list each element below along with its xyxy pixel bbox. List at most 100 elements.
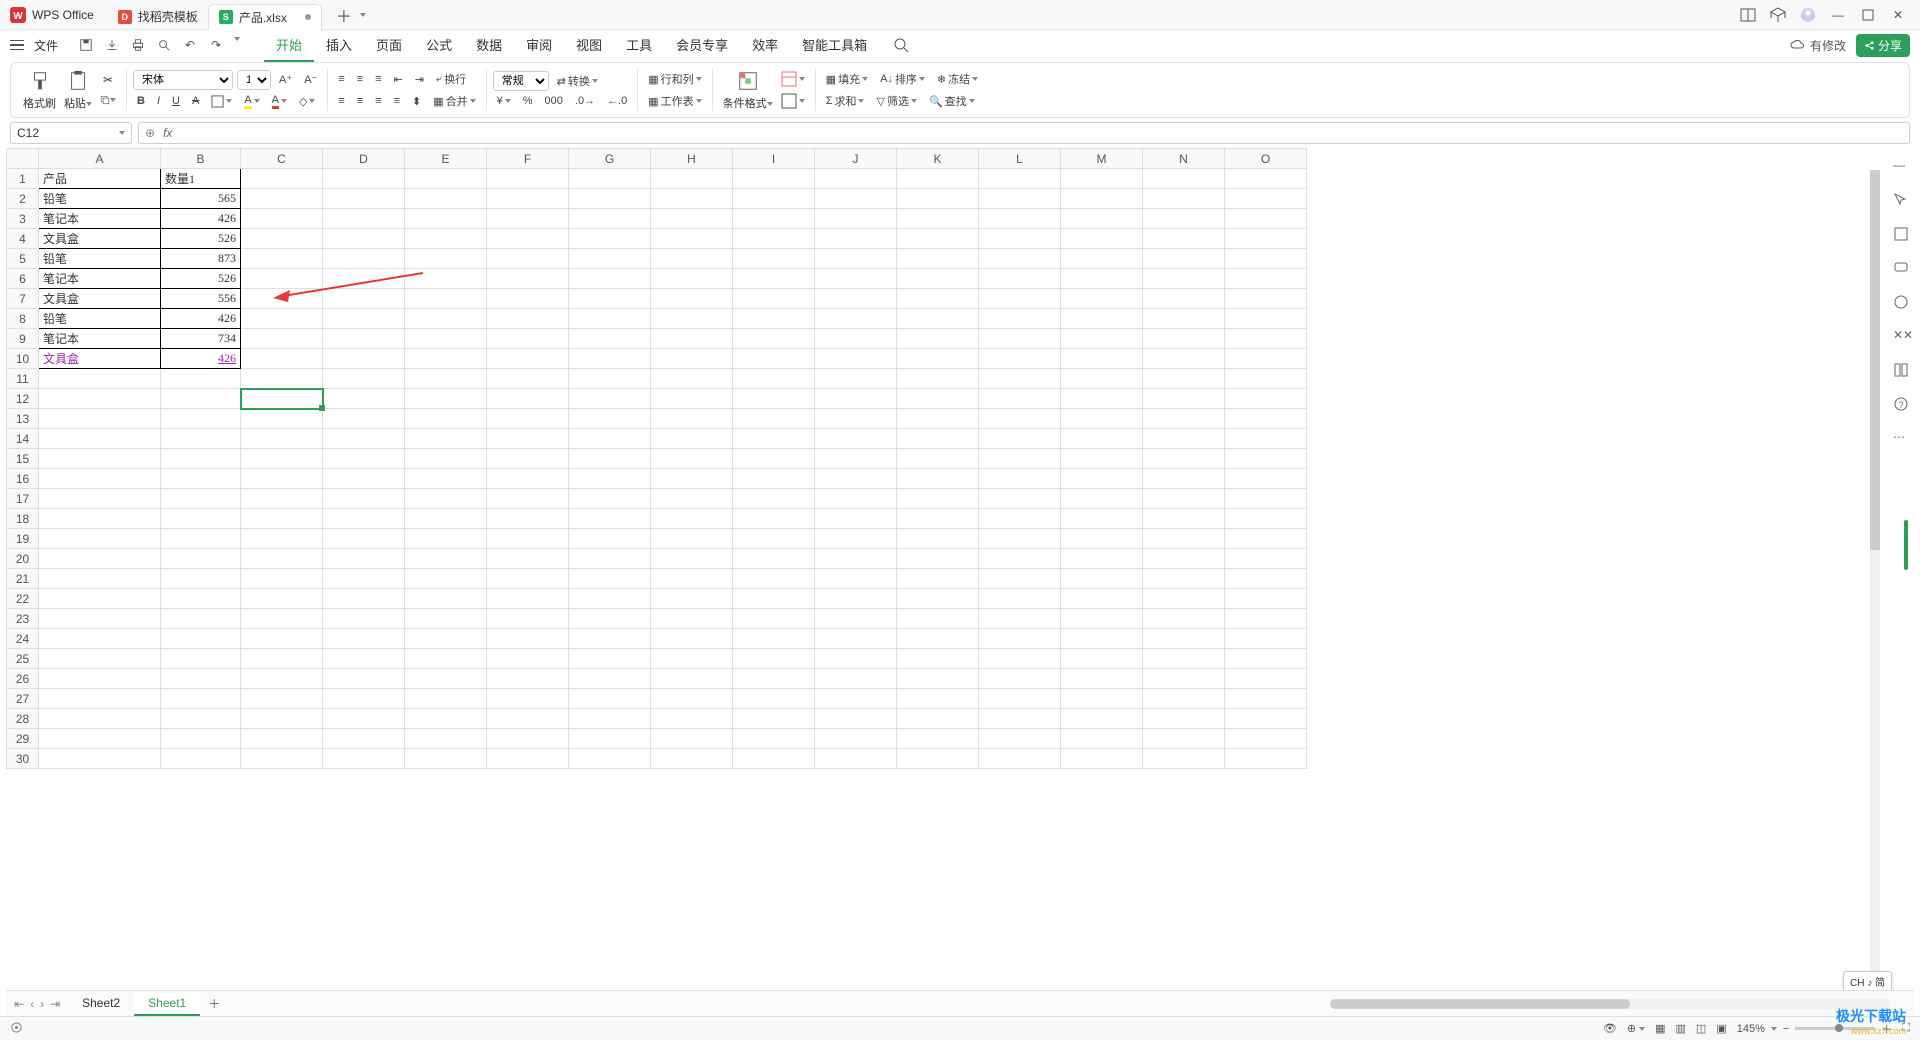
cell-G8[interactable] bbox=[569, 309, 651, 329]
cell-F12[interactable] bbox=[487, 389, 569, 409]
tab-workbook[interactable]: S 产品.xlsx bbox=[208, 4, 322, 30]
cell-E6[interactable] bbox=[405, 269, 487, 289]
cell-E27[interactable] bbox=[405, 689, 487, 709]
sheet-tab-Sheet2[interactable]: Sheet2 bbox=[68, 992, 134, 1016]
cell-B9[interactable]: 734 bbox=[161, 329, 241, 349]
col-header-J[interactable]: J bbox=[815, 149, 897, 169]
cell-I8[interactable] bbox=[733, 309, 815, 329]
cell-I21[interactable] bbox=[733, 569, 815, 589]
cell-E25[interactable] bbox=[405, 649, 487, 669]
cell-G1[interactable] bbox=[569, 169, 651, 189]
cell-I14[interactable] bbox=[733, 429, 815, 449]
cell-M24[interactable] bbox=[1061, 629, 1143, 649]
cell-O29[interactable] bbox=[1225, 729, 1307, 749]
align-top-icon[interactable]: ≡ bbox=[334, 71, 348, 87]
cell-O25[interactable] bbox=[1225, 649, 1307, 669]
cell-A1[interactable]: 产品 bbox=[39, 169, 161, 189]
col-header-M[interactable]: M bbox=[1061, 149, 1143, 169]
cell-O28[interactable] bbox=[1225, 709, 1307, 729]
cell-A27[interactable] bbox=[39, 689, 161, 709]
cell-L19[interactable] bbox=[979, 529, 1061, 549]
cond-format-icon[interactable] bbox=[736, 69, 760, 93]
cell-B10[interactable]: 426 bbox=[161, 349, 241, 369]
cell-D4[interactable] bbox=[323, 229, 405, 249]
cell-F19[interactable] bbox=[487, 529, 569, 549]
cell-O17[interactable] bbox=[1225, 489, 1307, 509]
cell-H24[interactable] bbox=[651, 629, 733, 649]
cell-C2[interactable] bbox=[241, 189, 323, 209]
cell-M8[interactable] bbox=[1061, 309, 1143, 329]
cell-F25[interactable] bbox=[487, 649, 569, 669]
cell-C21[interactable] bbox=[241, 569, 323, 589]
cell-K6[interactable] bbox=[897, 269, 979, 289]
cell-J14[interactable] bbox=[815, 429, 897, 449]
cell-F24[interactable] bbox=[487, 629, 569, 649]
cell-F7[interactable] bbox=[487, 289, 569, 309]
cell-I4[interactable] bbox=[733, 229, 815, 249]
row-col-button[interactable]: ▦行和列 bbox=[644, 69, 705, 89]
search-icon[interactable] bbox=[893, 37, 909, 53]
cell-J1[interactable] bbox=[815, 169, 897, 189]
cell-G16[interactable] bbox=[569, 469, 651, 489]
cell-C30[interactable] bbox=[241, 749, 323, 769]
formula-bar[interactable]: ⊕ fx bbox=[138, 122, 1910, 144]
row-header[interactable]: 23 bbox=[7, 609, 39, 629]
cell-D11[interactable] bbox=[323, 369, 405, 389]
cell-B13[interactable] bbox=[161, 409, 241, 429]
cell-K3[interactable] bbox=[897, 209, 979, 229]
cell-G19[interactable] bbox=[569, 529, 651, 549]
sort-button[interactable]: A↓排序 bbox=[876, 69, 929, 89]
menu-tab-会员专享[interactable]: 会员专享 bbox=[664, 29, 740, 62]
cell-N30[interactable] bbox=[1143, 749, 1225, 769]
copy-icon[interactable] bbox=[100, 92, 116, 108]
cell-I18[interactable] bbox=[733, 509, 815, 529]
view-focus-icon[interactable]: ⊕ bbox=[1627, 1022, 1645, 1035]
cell-M22[interactable] bbox=[1061, 589, 1143, 609]
cell-F30[interactable] bbox=[487, 749, 569, 769]
cell-M17[interactable] bbox=[1061, 489, 1143, 509]
cell-C26[interactable] bbox=[241, 669, 323, 689]
cell-G5[interactable] bbox=[569, 249, 651, 269]
cell-A7[interactable]: 文具盒 bbox=[39, 289, 161, 309]
cell-C25[interactable] bbox=[241, 649, 323, 669]
cell-B21[interactable] bbox=[161, 569, 241, 589]
export-icon[interactable] bbox=[104, 37, 120, 53]
add-sheet-button[interactable]: ＋ bbox=[200, 995, 228, 1012]
cell-O6[interactable] bbox=[1225, 269, 1307, 289]
cell-K24[interactable] bbox=[897, 629, 979, 649]
cell-A8[interactable]: 铅笔 bbox=[39, 309, 161, 329]
cell-O16[interactable] bbox=[1225, 469, 1307, 489]
cell-N17[interactable] bbox=[1143, 489, 1225, 509]
cell-F29[interactable] bbox=[487, 729, 569, 749]
cell-F21[interactable] bbox=[487, 569, 569, 589]
col-header-E[interactable]: E bbox=[405, 149, 487, 169]
cell-E20[interactable] bbox=[405, 549, 487, 569]
cell-G24[interactable] bbox=[569, 629, 651, 649]
cell-B11[interactable] bbox=[161, 369, 241, 389]
cell-H22[interactable] bbox=[651, 589, 733, 609]
filter-button[interactable]: ▽筛选 bbox=[872, 91, 920, 111]
cell-I5[interactable] bbox=[733, 249, 815, 269]
cell-L6[interactable] bbox=[979, 269, 1061, 289]
font-size-select[interactable]: 11 bbox=[237, 70, 271, 90]
cell-J26[interactable] bbox=[815, 669, 897, 689]
cell-B18[interactable] bbox=[161, 509, 241, 529]
cell-M18[interactable] bbox=[1061, 509, 1143, 529]
cell-N2[interactable] bbox=[1143, 189, 1225, 209]
orientation-icon[interactable]: ⬍ bbox=[408, 93, 425, 110]
cell-K20[interactable] bbox=[897, 549, 979, 569]
cell-B23[interactable] bbox=[161, 609, 241, 629]
cell-K8[interactable] bbox=[897, 309, 979, 329]
row-header[interactable]: 9 bbox=[7, 329, 39, 349]
cell-I3[interactable] bbox=[733, 209, 815, 229]
cell-A2[interactable]: 铅笔 bbox=[39, 189, 161, 209]
cell-A24[interactable] bbox=[39, 629, 161, 649]
cell-M29[interactable] bbox=[1061, 729, 1143, 749]
cell-F8[interactable] bbox=[487, 309, 569, 329]
cell-M2[interactable] bbox=[1061, 189, 1143, 209]
cell-K26[interactable] bbox=[897, 669, 979, 689]
cell-D28[interactable] bbox=[323, 709, 405, 729]
cell-D14[interactable] bbox=[323, 429, 405, 449]
font-name-select[interactable]: 宋体 bbox=[133, 70, 233, 90]
cell-G23[interactable] bbox=[569, 609, 651, 629]
